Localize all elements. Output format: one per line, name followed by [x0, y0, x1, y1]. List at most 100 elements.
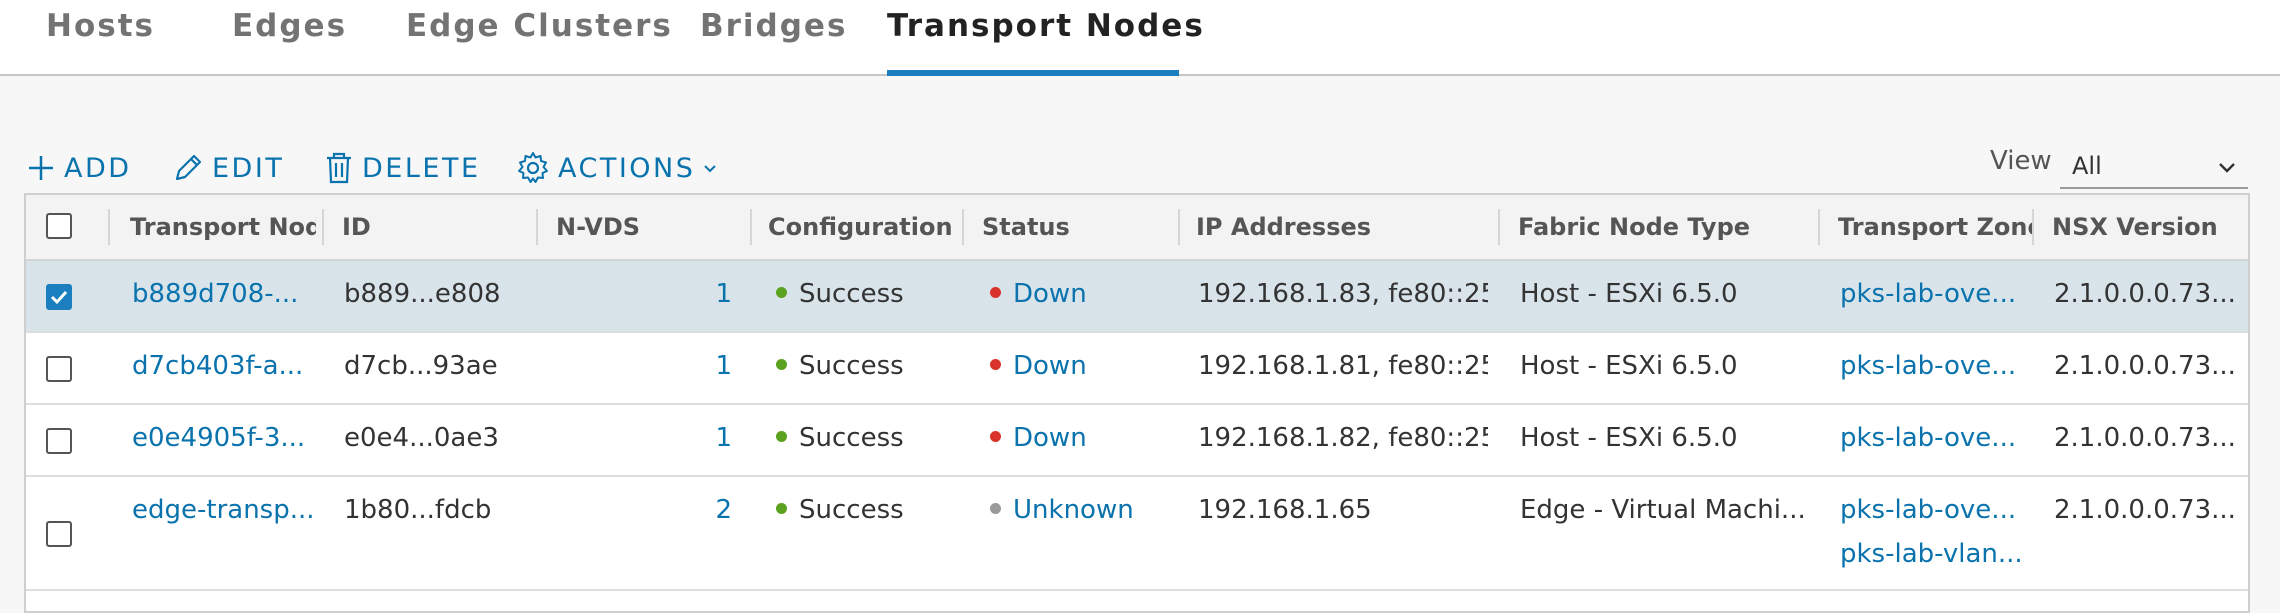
tab-bridges[interactable]: Bridges: [700, 8, 847, 44]
column-separator: [108, 209, 110, 245]
ip-addresses: 192.168.1.65: [1198, 495, 1372, 525]
tab-hosts[interactable]: Hosts: [46, 8, 155, 44]
grid-header: Transport Node ID N-VDS Configuration St…: [26, 195, 2248, 261]
chevron-down-icon: [2219, 163, 2235, 173]
configuration-state: Success: [776, 279, 956, 309]
nsx-version: 2.1.0.0.0.73...: [2054, 351, 2236, 381]
column-separator[interactable]: [1178, 209, 1180, 245]
status-text: Unknown: [1013, 495, 1134, 525]
configuration-state-text: Success: [799, 351, 904, 381]
transport-node-link[interactable]: edge-transp...: [132, 495, 318, 525]
column-header-configuration-state[interactable]: Configuration St: [768, 213, 960, 241]
transport-zone-link[interactable]: pks-lab-ove...: [1840, 351, 2026, 381]
fabric-node-type: Host - ESXi 6.5.0: [1520, 351, 1738, 381]
transport-node-link[interactable]: d7cb403f-a...: [132, 351, 318, 381]
nsx-version: 2.1.0.0.0.73...: [2054, 495, 2236, 525]
table-row[interactable]: e0e4905f-3... e0e4...0ae3 1 Success Down…: [26, 405, 2248, 477]
transport-zone-link[interactable]: pks-lab-ove...: [1840, 279, 2026, 309]
status-link[interactable]: Unknown: [990, 495, 1170, 525]
transport-zone-link[interactable]: pks-lab-ove...: [1840, 495, 2026, 525]
gear-icon: [518, 152, 548, 183]
nsx-version: 2.1.0.0.0.73...: [2054, 279, 2236, 309]
table-row[interactable]: b889d708-... b889...e808 1 Success Down …: [26, 261, 2248, 333]
fabric-node-type: Host - ESXi 6.5.0: [1520, 279, 1738, 309]
column-header-fabric-node-type[interactable]: Fabric Node Type: [1518, 213, 1798, 241]
column-separator[interactable]: [1818, 209, 1820, 245]
row-checkbox[interactable]: [46, 356, 72, 382]
status-dot-icon: [776, 287, 787, 298]
column-separator[interactable]: [962, 209, 964, 245]
checkmark-icon: [50, 290, 68, 305]
column-header-n-vds[interactable]: N-VDS: [556, 213, 736, 241]
tab-edges[interactable]: Edges: [232, 8, 347, 44]
row-checkbox[interactable]: [46, 284, 72, 310]
edit-button-label: EDIT: [212, 152, 285, 184]
column-separator[interactable]: [2032, 209, 2034, 245]
node-id: d7cb...93ae: [344, 351, 498, 381]
delete-button[interactable]: DELETE: [324, 148, 481, 188]
tab-transport-nodes[interactable]: Transport Nodes: [887, 8, 1205, 44]
configuration-state: Success: [776, 495, 956, 525]
configuration-state: Success: [776, 423, 956, 453]
configuration-state-text: Success: [799, 495, 904, 525]
node-id: 1b80...fdcb: [344, 495, 492, 525]
column-header-ip-addresses[interactable]: IP Addresses: [1196, 213, 1476, 241]
status-dot-icon: [990, 359, 1001, 370]
tab-bar: Hosts Edges Edge Clusters Bridges Transp…: [0, 0, 2280, 76]
column-header-status[interactable]: Status: [982, 213, 1182, 241]
configuration-state-text: Success: [799, 423, 904, 453]
plus-icon: [29, 156, 53, 180]
n-vds-count-link[interactable]: 1: [626, 423, 732, 453]
row-checkbox[interactable]: [46, 521, 72, 547]
add-button-label: ADD: [64, 152, 132, 184]
configuration-state-text: Success: [799, 279, 904, 309]
status-text: Down: [1013, 351, 1087, 381]
chevron-down-icon: [704, 165, 717, 173]
status-dot-icon: [990, 503, 1001, 514]
column-separator[interactable]: [750, 209, 752, 245]
status-link[interactable]: Down: [990, 279, 1170, 309]
status-link[interactable]: Down: [990, 351, 1170, 381]
status-dot-icon: [990, 431, 1001, 442]
actions-button-label: ACTIONS: [558, 152, 696, 184]
ip-addresses: 192.168.1.81, fe80::25...: [1198, 351, 1488, 381]
table-row[interactable]: d7cb403f-a... d7cb...93ae 1 Success Down…: [26, 333, 2248, 405]
status-dot-icon: [990, 287, 1001, 298]
column-header-transport-zones[interactable]: Transport Zones: [1838, 213, 2034, 241]
trash-icon: [327, 152, 351, 184]
table-row[interactable]: edge-transp... 1b80...fdcb 2 Success Unk…: [26, 477, 2248, 591]
n-vds-count-link[interactable]: 2: [626, 495, 732, 525]
status-dot-icon: [776, 431, 787, 442]
node-id: e0e4...0ae3: [344, 423, 499, 453]
view-label: View: [1990, 146, 2052, 176]
n-vds-count-link[interactable]: 1: [626, 351, 732, 381]
status-dot-icon: [776, 503, 787, 514]
column-separator[interactable]: [536, 209, 538, 245]
edit-button[interactable]: EDIT: [172, 148, 284, 188]
ip-addresses: 192.168.1.83, fe80::25...: [1198, 279, 1488, 309]
fabric-node-type: Edge - Virtual Machi...: [1520, 495, 1806, 525]
transport-node-link[interactable]: b889d708-...: [132, 279, 318, 309]
column-separator[interactable]: [1498, 209, 1500, 245]
transport-node-link[interactable]: e0e4905f-3...: [132, 423, 318, 453]
active-tab-indicator: [887, 70, 1179, 76]
row-checkbox[interactable]: [46, 428, 72, 454]
actions-button[interactable]: ACTIONS: [516, 148, 719, 188]
column-header-transport-node[interactable]: Transport Node: [130, 213, 316, 241]
transport-zone-link[interactable]: pks-lab-vlan...: [1840, 539, 2026, 569]
n-vds-count-link[interactable]: 1: [626, 279, 732, 309]
select-all-checkbox[interactable]: [46, 213, 72, 239]
column-separator[interactable]: [322, 209, 324, 245]
column-header-nsx-version[interactable]: NSX Version: [2052, 213, 2242, 241]
status-dot-icon: [776, 359, 787, 370]
configuration-state: Success: [776, 351, 956, 381]
nsx-version: 2.1.0.0.0.73...: [2054, 423, 2236, 453]
transport-zone-link[interactable]: pks-lab-ove...: [1840, 423, 2026, 453]
view-select[interactable]: All: [2060, 145, 2248, 189]
add-button[interactable]: ADD: [26, 148, 132, 188]
status-text: Down: [1013, 279, 1087, 309]
transport-nodes-grid: Transport Node ID N-VDS Configuration St…: [24, 193, 2250, 613]
status-link[interactable]: Down: [990, 423, 1170, 453]
column-header-id[interactable]: ID: [342, 213, 522, 241]
tab-edge-clusters[interactable]: Edge Clusters: [406, 8, 673, 44]
